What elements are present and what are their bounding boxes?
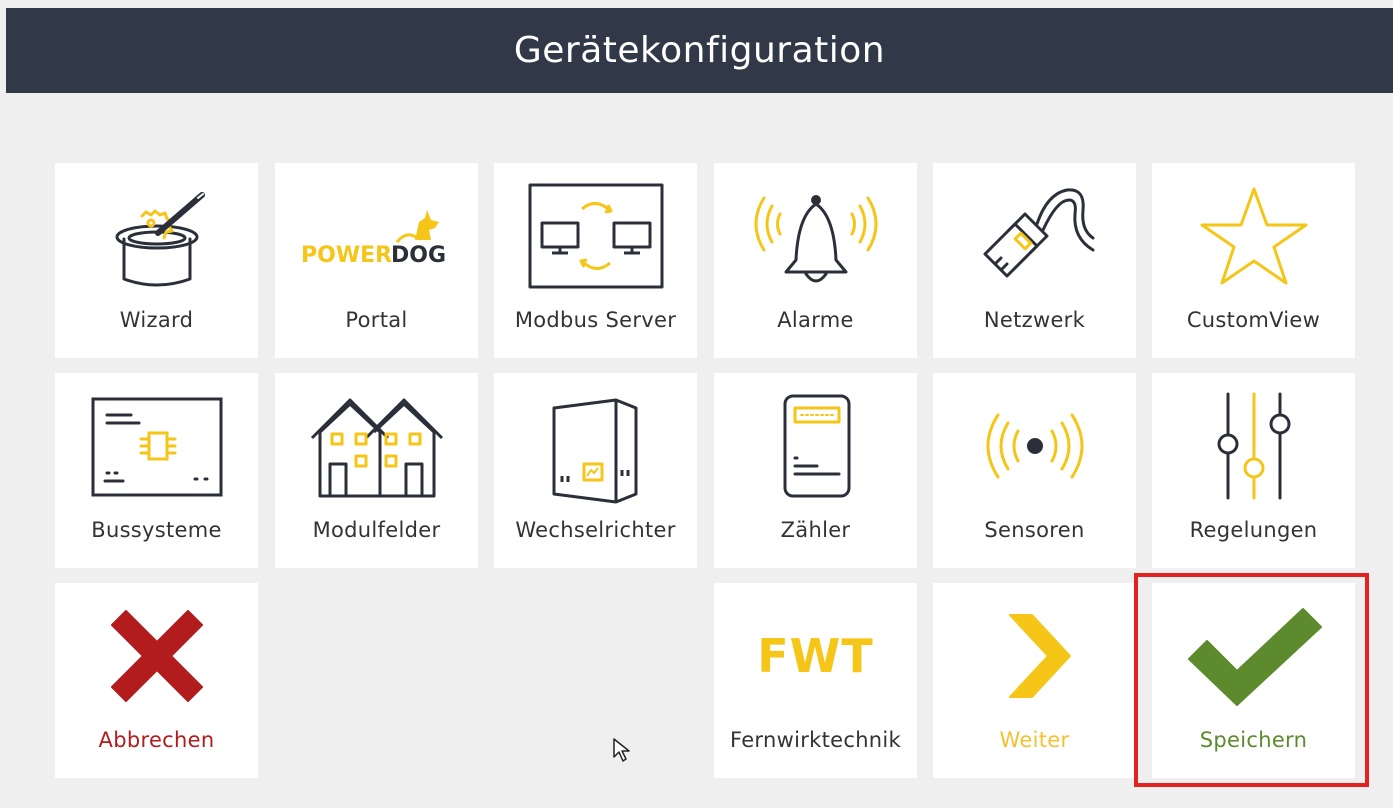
powerdog-text-power: POWER xyxy=(301,243,392,268)
tile-label: Bussysteme xyxy=(91,518,222,542)
bus-board-icon xyxy=(55,373,258,518)
magic-hat-icon xyxy=(55,163,258,308)
alarm-bell-icon xyxy=(714,163,917,308)
tile-bussysteme[interactable]: Bussysteme xyxy=(55,373,258,568)
tile-regelungen[interactable]: Regelungen xyxy=(1152,373,1355,568)
page-title: Gerätekonfiguration xyxy=(513,30,886,71)
sensor-waves-icon xyxy=(933,373,1136,518)
meter-icon xyxy=(714,373,917,518)
chevron-right-icon xyxy=(933,583,1136,728)
houses-icon xyxy=(275,373,478,518)
tile-sensoren[interactable]: Sensoren xyxy=(933,373,1136,568)
powerdog-logo: POWER DOG xyxy=(275,163,478,308)
fwt-logo-text: FWT xyxy=(757,628,874,683)
tile-modbus-server[interactable]: Modbus Server xyxy=(494,163,697,358)
mouse-cursor-icon xyxy=(612,737,634,767)
tile-label: Modulfelder xyxy=(312,518,441,542)
fwt-logo: FWT xyxy=(714,583,917,728)
tile-netzwerk[interactable]: Netzwerk xyxy=(933,163,1136,358)
star-icon xyxy=(1152,163,1355,308)
network-cable-icon xyxy=(933,163,1136,308)
modbus-server-icon xyxy=(494,163,697,308)
weiter-label: Weiter xyxy=(999,728,1070,752)
tile-label: Alarme xyxy=(777,308,854,332)
tile-zaehler[interactable]: Zähler xyxy=(714,373,917,568)
tile-alarme[interactable]: Alarme xyxy=(714,163,917,358)
tile-label: Wechselrichter xyxy=(515,518,676,542)
tile-label: Modbus Server xyxy=(514,308,677,332)
weiter-button[interactable]: Weiter xyxy=(933,583,1136,778)
tile-modulfelder[interactable]: Modulfelder xyxy=(275,373,478,568)
abbrechen-label: Abbrechen xyxy=(98,728,215,752)
tile-customview[interactable]: CustomView xyxy=(1152,163,1355,358)
powerdog-text-dog: DOG xyxy=(391,243,446,268)
speichern-label: Speichern xyxy=(1199,728,1308,752)
tile-label: Wizard xyxy=(119,308,194,332)
inverter-icon xyxy=(494,373,697,518)
tile-label: Fernwirktechnik xyxy=(729,728,902,752)
tile-label: Zähler xyxy=(780,518,851,542)
tile-wizard[interactable]: Wizard xyxy=(55,163,258,358)
sliders-icon xyxy=(1152,373,1355,518)
tile-label: Sensoren xyxy=(984,518,1085,542)
tile-portal[interactable]: POWER DOG Portal xyxy=(275,163,478,358)
tile-label: Portal xyxy=(345,308,408,332)
page-header: Gerätekonfiguration xyxy=(6,8,1393,93)
tile-fernwirktechnik[interactable]: FWT Fernwirktechnik xyxy=(714,583,917,778)
close-icon xyxy=(55,583,258,728)
tile-label: Regelungen xyxy=(1189,518,1318,542)
tile-label: Netzwerk xyxy=(983,308,1086,332)
speichern-button[interactable]: Speichern xyxy=(1152,583,1355,778)
abbrechen-button[interactable]: Abbrechen xyxy=(55,583,258,778)
tile-label: CustomView xyxy=(1186,308,1321,332)
checkmark-icon xyxy=(1152,583,1355,728)
tile-wechselrichter[interactable]: Wechselrichter xyxy=(494,373,697,568)
